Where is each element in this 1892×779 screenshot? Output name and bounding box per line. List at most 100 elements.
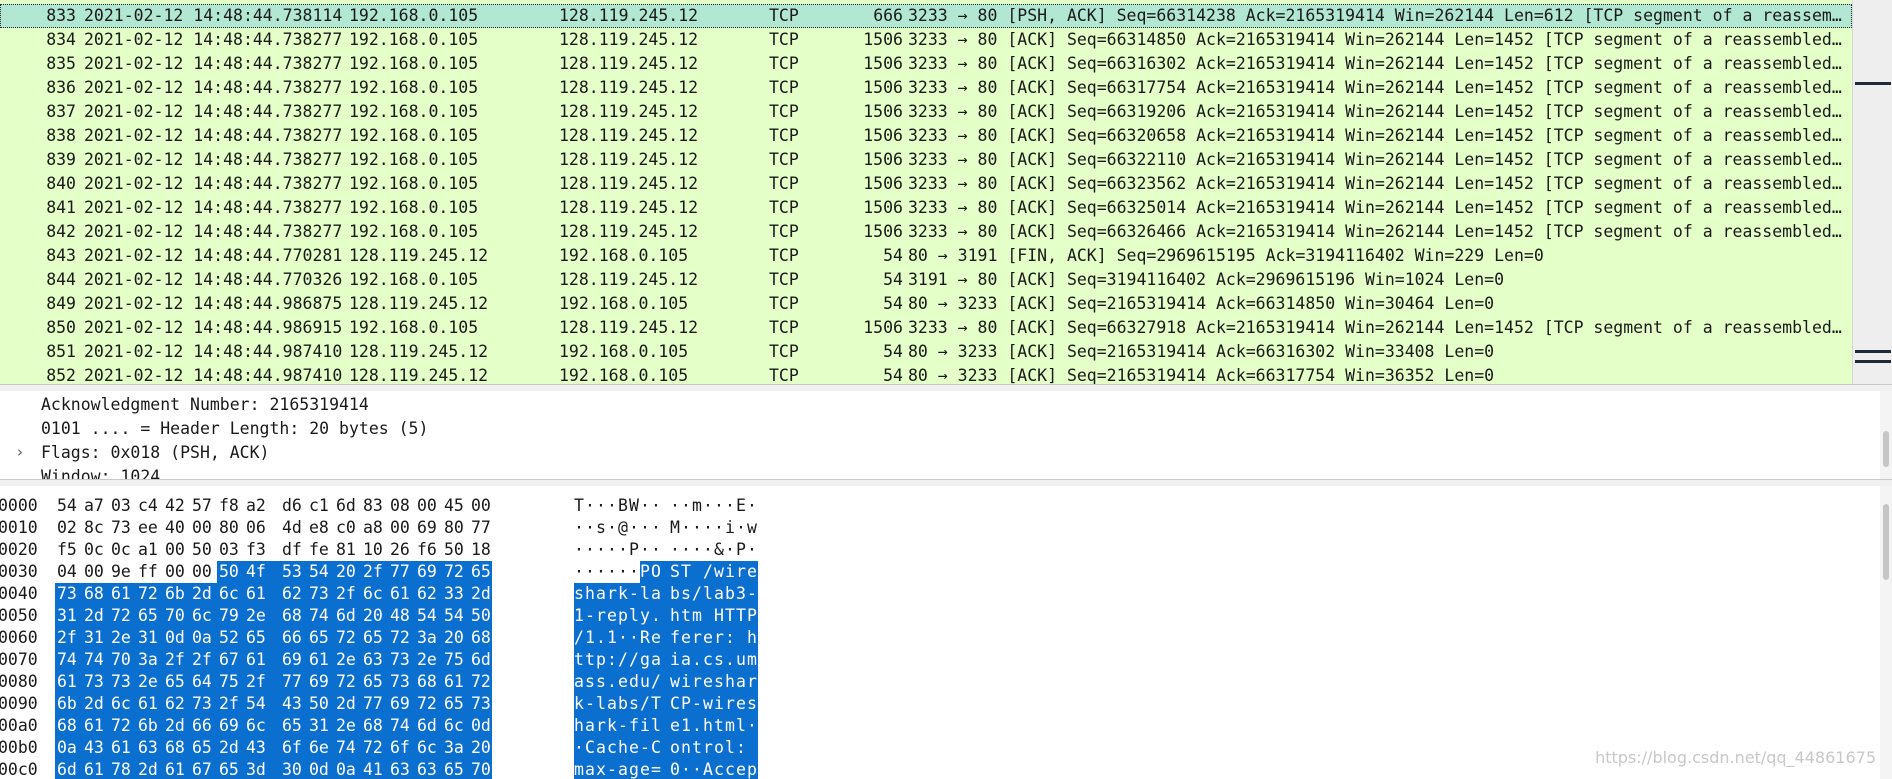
ascii-char[interactable]: T (651, 693, 670, 715)
hex-byte[interactable]: ee (138, 517, 165, 539)
hex-byte[interactable]: 2d (82, 693, 109, 715)
hex-dump-row[interactable]: 0080 61 73 73 2e 65 64 75 2f 77 69 72 65 73 68 61 72 a s s.… (0, 671, 760, 693)
hex-byte[interactable]: 2e (244, 605, 282, 627)
hex-byte[interactable]: 8c (84, 517, 111, 539)
hex-byte[interactable]: 74 (334, 737, 361, 759)
ascii-char[interactable]: · (585, 495, 596, 517)
hex-byte[interactable]: 74 (82, 649, 109, 671)
hex-dump-row[interactable]: 0070 74 74 70 3a 2f 2f 67 61 69 61 2e 63 73 2e 75 6d t t p:… (0, 649, 760, 671)
ascii-char[interactable]: P (640, 561, 651, 583)
hex-byte[interactable]: 62 (280, 583, 307, 605)
hex-byte[interactable]: 57 (192, 495, 219, 517)
ascii-char[interactable]: i (725, 517, 736, 539)
hex-byte[interactable]: 31 (55, 605, 82, 627)
hex-byte[interactable]: fe (309, 539, 336, 561)
hex-byte[interactable]: 72 (415, 693, 442, 715)
ascii-char[interactable]: · (736, 517, 747, 539)
hex-byte[interactable]: 65 (469, 561, 492, 583)
ascii-char[interactable]: · (618, 627, 629, 649)
ascii-char[interactable]: p (596, 649, 607, 671)
hex-dump-row[interactable]: 0090 6b 2d 6c 61 62 73 2f 54 43 50 2d 77 69 72 65 73 k - l a… (0, 693, 760, 715)
hex-byte[interactable]: 70 (469, 759, 492, 779)
ascii-char[interactable]: - (640, 737, 651, 759)
hex-byte[interactable]: 00 (390, 517, 417, 539)
ascii-char[interactable]: · (692, 539, 703, 561)
hex-byte[interactable]: 69 (388, 693, 415, 715)
ascii-char[interactable]: i (681, 671, 692, 693)
hex-byte[interactable]: 65 (361, 671, 388, 693)
hex-byte[interactable]: 00 (192, 517, 219, 539)
hex-byte[interactable]: c4 (138, 495, 165, 517)
ascii-char[interactable]: C (651, 737, 670, 759)
ascii-char[interactable]: t (714, 715, 725, 737)
hex-byte[interactable]: 50 (307, 693, 334, 715)
ascii-char[interactable]: · (714, 495, 725, 517)
hex-byte[interactable]: 3a (415, 627, 442, 649)
hex-byte[interactable]: 73 (388, 649, 415, 671)
packet-row[interactable]: 834 2021-02-12 14:48:44.738277 192.168.0.1… (0, 28, 1852, 52)
ascii-char[interactable]: . (651, 605, 670, 627)
ascii-char[interactable]: e (618, 671, 629, 693)
hex-byte[interactable]: 6c (244, 715, 282, 737)
ascii-char[interactable]: - (747, 583, 758, 605)
ascii-char[interactable]: · (692, 759, 703, 779)
ascii-char[interactable]: r (714, 627, 725, 649)
hex-byte[interactable]: e8 (309, 517, 336, 539)
ascii-char[interactable]: T (574, 495, 585, 517)
ascii-char[interactable]: = (651, 759, 670, 779)
packet-row[interactable]: 851 2021-02-12 14:48:44.987410 128.119.245… (0, 340, 1852, 364)
ascii-char[interactable]: l (703, 583, 714, 605)
ascii-char[interactable]: m (725, 715, 736, 737)
ascii-char[interactable]: a (651, 649, 670, 671)
ascii-char[interactable]: a (585, 715, 596, 737)
hex-byte[interactable]: 69 (280, 649, 307, 671)
detail-field[interactable]: Acknowledgment Number: 2165319414 (41, 393, 369, 417)
hex-byte[interactable]: a8 (363, 517, 390, 539)
ascii-char[interactable]: c (725, 759, 736, 779)
hex-byte[interactable]: 41 (361, 759, 388, 779)
ascii-char[interactable]: k (618, 583, 629, 605)
ascii-char[interactable]: h (574, 715, 585, 737)
hex-byte[interactable]: 08 (390, 495, 417, 517)
ascii-char[interactable]: · (703, 539, 714, 561)
hex-byte[interactable]: 54 (307, 561, 334, 583)
ascii-char[interactable]: · (585, 517, 596, 539)
hex-byte[interactable]: 65 (190, 737, 217, 759)
hex-byte[interactable]: a7 (84, 495, 111, 517)
hex-byte[interactable]: c1 (309, 495, 336, 517)
ascii-char[interactable]: h (747, 627, 758, 649)
ascii-char[interactable]: · (670, 539, 681, 561)
ascii-char[interactable]: . (692, 649, 703, 671)
ascii-char[interactable]: t (681, 605, 692, 627)
hex-byte[interactable]: 61 (109, 583, 136, 605)
ascii-char[interactable]: · (681, 517, 692, 539)
hex-dump-row[interactable]: 0040 73 68 61 72 6b 2d 6c 61 62 73 2f 6c 61 62 33 2d s h a r… (0, 583, 760, 605)
ascii-char[interactable]: · (747, 495, 758, 517)
packet-list-scrollbar[interactable] (1852, 0, 1892, 384)
hex-byte[interactable]: 72 (136, 583, 163, 605)
packet-row[interactable]: 843 2021-02-12 14:48:44.770281 128.119.245… (0, 244, 1852, 268)
hex-byte[interactable]: 0a (55, 737, 82, 759)
hex-byte[interactable]: d6 (282, 495, 309, 517)
ascii-char[interactable]: a (736, 671, 747, 693)
hex-byte[interactable]: 2e (415, 649, 442, 671)
ascii-char[interactable]: e (640, 759, 651, 779)
ascii-char[interactable]: s (714, 671, 725, 693)
hex-byte[interactable]: 73 (190, 693, 217, 715)
hex-byte[interactable]: 65 (280, 715, 307, 737)
ascii-char[interactable]: · (574, 737, 585, 759)
hex-byte[interactable]: 65 (307, 627, 334, 649)
ascii-char[interactable]: r (607, 583, 618, 605)
ascii-char[interactable]: h (725, 671, 736, 693)
hex-byte[interactable]: 68 (361, 715, 388, 737)
hex-byte[interactable]: 40 (165, 517, 192, 539)
ascii-char[interactable]: · (714, 517, 725, 539)
ascii-char[interactable]: - (692, 693, 703, 715)
ascii-char[interactable]: e (703, 627, 714, 649)
ascii-char[interactable]: B (618, 495, 629, 517)
hex-byte[interactable]: 65 (217, 759, 244, 779)
hex-dump-row[interactable]: 0060 2f 31 2e 31 0d 0a 52 65 66 65 72 65 72 3a 20 68/1. 1… (0, 627, 760, 649)
hex-byte[interactable]: 61 (55, 671, 82, 693)
hex-byte[interactable]: a2 (246, 495, 273, 517)
hex-dump-row[interactable]: 0050 31 2d 72 65 70 6c 79 2e 68 74 6d 20 48 54 54 50 1- r e… (0, 605, 760, 627)
